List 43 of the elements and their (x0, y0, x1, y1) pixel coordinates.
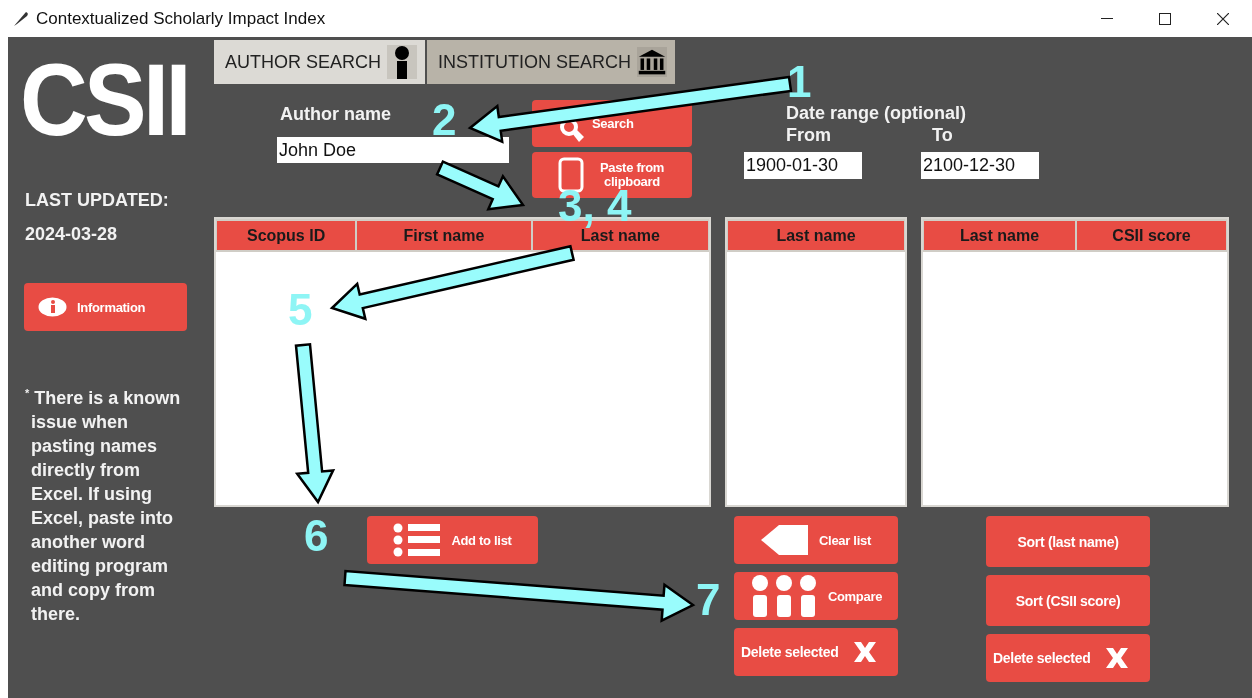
minimize-icon (1101, 17, 1113, 20)
author-name-label: Author name (280, 103, 391, 125)
institution-icon (637, 45, 668, 79)
information-button[interactable]: Information (24, 283, 187, 331)
column-header[interactable]: First name (357, 221, 531, 250)
author-name-field[interactable]: John Doe (277, 137, 509, 163)
close-x-icon (852, 641, 879, 663)
action-button[interactable]: Clear list (734, 516, 898, 564)
action-button[interactable]: Sort (CSII score) (986, 575, 1150, 626)
annotation-number: 6 (304, 514, 329, 558)
info-icon (38, 297, 67, 317)
column-header[interactable]: Last name (924, 221, 1075, 250)
tag-icon (761, 525, 810, 555)
action-button[interactable]: Compare (734, 572, 898, 620)
from-label: From (786, 125, 831, 145)
logo: CSII (20, 50, 189, 150)
known-issue-note: $^{*}$ There is a known issue when pasting names directly from Excel. If using Excel, paste into another word editing program and copy from there. (25, 386, 182, 626)
action-button[interactable]: Sort (last name) (986, 516, 1150, 567)
column-header[interactable]: Scopus ID (217, 221, 356, 250)
feather-pen-icon (12, 9, 30, 28)
person-icon (387, 45, 417, 79)
date-range-label: Date range (optional) (786, 102, 967, 124)
to-date-field[interactable]: 2100-12-30 (921, 152, 1039, 179)
annotation-number: 5 (288, 288, 313, 332)
search-tab[interactable]: INSTITUTION SEARCH (427, 40, 676, 84)
action-button[interactable]: Delete selected (986, 634, 1150, 682)
from-date-field[interactable]: 1900-01-30 (744, 152, 862, 179)
maximize-icon (1159, 12, 1171, 25)
search-tab[interactable]: AUTHOR SEARCH (214, 40, 425, 84)
window-title: Contextualized Scholarly Impact Index (36, 8, 326, 29)
last-updated-date: 2024-03-28 (25, 224, 119, 245)
annotation-number: 1 (787, 60, 812, 104)
last-updated-label: LAST UPDATED: (25, 190, 170, 211)
close-x-icon (1104, 647, 1131, 669)
people-icon (749, 575, 818, 617)
action-button[interactable]: Delete selected (734, 628, 898, 676)
list-icon (393, 523, 442, 557)
column-header[interactable]: CSII score (1076, 221, 1226, 250)
to-label: To (932, 124, 953, 146)
column-header[interactable]: Last name (728, 221, 904, 250)
action-button[interactable]: Add to list (367, 516, 538, 564)
close-icon (1217, 12, 1229, 25)
annotation-number: 7 (696, 578, 721, 622)
